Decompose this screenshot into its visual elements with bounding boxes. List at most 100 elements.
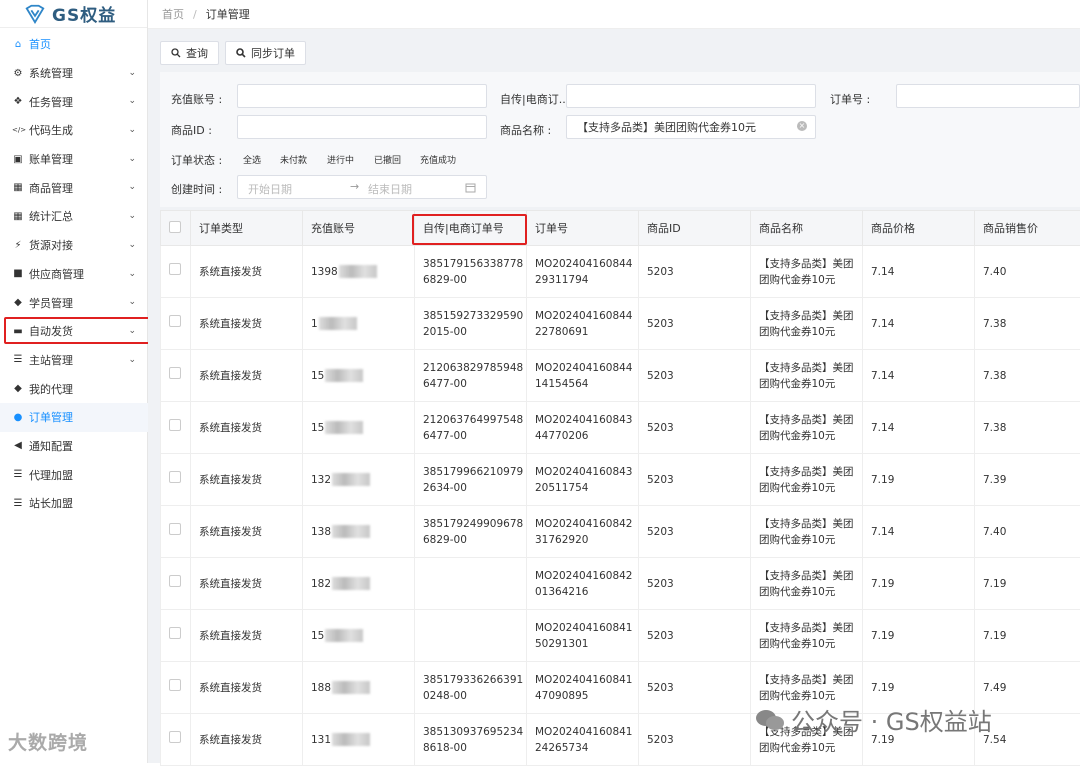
sale-price-cell: 7.19 bbox=[975, 610, 1080, 662]
status-option-all[interactable]: 全选 bbox=[243, 153, 261, 166]
logo-icon bbox=[24, 3, 46, 25]
row-checkbox[interactable] bbox=[169, 419, 181, 431]
sidebar-item-11[interactable]: ☰主站管理⌄ bbox=[0, 346, 148, 375]
row-checkbox[interactable] bbox=[169, 367, 181, 379]
sidebar-item-4[interactable]: ▣账单管理⌄ bbox=[0, 145, 148, 174]
product-id-cell: 5203 bbox=[639, 558, 751, 610]
row-checkbox[interactable] bbox=[169, 731, 181, 743]
row-select-cell[interactable] bbox=[161, 714, 191, 766]
sidebar-item-5[interactable]: ▦商品管理⌄ bbox=[0, 173, 148, 202]
sidebar-item-label: 首页 bbox=[29, 36, 51, 52]
sidebar-item-8[interactable]: ■供应商管理⌄ bbox=[0, 260, 148, 289]
product-price-cell-text: 7.19 bbox=[871, 474, 894, 486]
filter-panel: 充值账号 : 自传|电商订... 订单号 : 商品ID : 商品名称 : 【支持… bbox=[160, 72, 1080, 207]
sidebar-item-9[interactable]: ◆学员管理⌄ bbox=[0, 288, 148, 317]
ext-order-no-cell: 3851309376952348618-00 bbox=[415, 714, 527, 766]
row-select-cell[interactable] bbox=[161, 558, 191, 610]
highlight-box-auto-ship bbox=[4, 317, 163, 344]
table-row[interactable]: 系统直接发货182MO202404160842013642165203【支持多品… bbox=[161, 558, 1080, 610]
row-select-cell[interactable] bbox=[161, 350, 191, 402]
table-row[interactable]: 系统直接发货152120638297859486477-00MO20240416… bbox=[161, 350, 1080, 402]
order-no-cell: MO20240416084147090895 bbox=[527, 662, 639, 714]
status-option-success[interactable]: 充值成功 bbox=[420, 153, 456, 166]
sync-orders-button[interactable]: 同步订单 bbox=[225, 41, 306, 65]
masked-account-blur bbox=[339, 265, 377, 278]
row-checkbox[interactable] bbox=[169, 315, 181, 327]
product-id-input[interactable] bbox=[237, 115, 487, 139]
product-name-cell-text: 【支持多品类】美团团购代金券10元 bbox=[759, 362, 854, 390]
chevron-down-icon: ⌄ bbox=[128, 182, 136, 192]
row-checkbox[interactable] bbox=[169, 575, 181, 587]
row-select-cell[interactable] bbox=[161, 610, 191, 662]
row-select-cell[interactable] bbox=[161, 506, 191, 558]
row-checkbox[interactable] bbox=[169, 679, 181, 691]
table-row[interactable]: 系统直接发货13983851791563387786829-00MO202404… bbox=[161, 246, 1080, 298]
row-checkbox[interactable] bbox=[169, 627, 181, 639]
sidebar-item-label: 主站管理 bbox=[29, 352, 73, 368]
self-order-input[interactable] bbox=[566, 84, 816, 108]
recharge-account-cell: 138 bbox=[303, 506, 415, 558]
col-header-order-type[interactable]: 订单类型 bbox=[191, 211, 303, 246]
order-type-cell: 系统直接发货 bbox=[191, 610, 303, 662]
row-select-cell[interactable] bbox=[161, 662, 191, 714]
product-name-cell-text: 【支持多品类】美团团购代金券10元 bbox=[759, 570, 854, 598]
col-header-recharge-account[interactable]: 充值账号 bbox=[303, 211, 415, 246]
sidebar-item-13[interactable]: ●订单管理 bbox=[0, 403, 148, 432]
col-header-sale-price[interactable]: 商品销售价 bbox=[975, 211, 1080, 246]
sidebar-item-12[interactable]: ◆我的代理 bbox=[0, 374, 148, 403]
status-option-withdrawn[interactable]: 已撤回 bbox=[374, 153, 401, 166]
sidebar-item-1[interactable]: ⚙系统管理⌄ bbox=[0, 59, 148, 88]
recharge-account-cell: 131 bbox=[303, 714, 415, 766]
row-checkbox[interactable] bbox=[169, 471, 181, 483]
ext-order-no-cell: 2120638297859486477-00 bbox=[415, 350, 527, 402]
table-row[interactable]: 系统直接发货13851592733295902015-00MO202404160… bbox=[161, 298, 1080, 350]
col-header-product-id[interactable]: 商品ID bbox=[639, 211, 751, 246]
start-date-placeholder[interactable]: 开始日期 bbox=[248, 181, 292, 197]
row-checkbox[interactable] bbox=[169, 263, 181, 275]
product-name-select[interactable]: 【支持多品类】美团团购代金券10元 × bbox=[566, 115, 816, 139]
select-all-checkbox[interactable] bbox=[169, 221, 181, 233]
status-option-in-progress[interactable]: 进行中 bbox=[327, 153, 354, 166]
table-row[interactable]: 系统直接发货1323851799662109792634-00MO2024041… bbox=[161, 454, 1080, 506]
watermark-right: 公众号 · GS权益站 bbox=[755, 702, 992, 737]
table-row[interactable]: 系统直接发货152120637649975486477-00MO20240416… bbox=[161, 402, 1080, 454]
breadcrumb-home[interactable]: 首页 bbox=[162, 6, 184, 22]
order-no-cell: MO20240416084422780691 bbox=[527, 298, 639, 350]
row-select-cell[interactable] bbox=[161, 402, 191, 454]
status-option-unpaid[interactable]: 未付款 bbox=[280, 153, 307, 166]
sidebar-item-0[interactable]: ⌂首页 bbox=[0, 30, 148, 59]
product-name-cell-text: 【支持多品类】美团团购代金券10元 bbox=[759, 310, 854, 338]
sidebar-item-6[interactable]: ▦统计汇总⌄ bbox=[0, 202, 148, 231]
wechat-icon bbox=[755, 708, 785, 732]
row-select-cell[interactable] bbox=[161, 298, 191, 350]
product-id-cell: 5203 bbox=[639, 350, 751, 402]
row-select-cell[interactable] bbox=[161, 246, 191, 298]
order-no-cell-text: MO20240416084414154564 bbox=[535, 362, 633, 390]
chevron-down-icon: ⌄ bbox=[128, 125, 136, 135]
sidebar-item-15[interactable]: ☰代理加盟 bbox=[0, 460, 148, 489]
row-checkbox[interactable] bbox=[169, 523, 181, 535]
table-row[interactable]: 系统直接发货15MO202404160841502913015203【支持多品类… bbox=[161, 610, 1080, 662]
select-all-cell[interactable] bbox=[161, 211, 191, 246]
clear-icon[interactable]: × bbox=[797, 121, 807, 131]
order-no-input[interactable] bbox=[896, 84, 1080, 108]
sidebar-item-2[interactable]: ❖任务管理⌄ bbox=[0, 87, 148, 116]
ext-order-no-cell: 3851793362663910248-00 bbox=[415, 662, 527, 714]
sidebar-item-7[interactable]: ⚡货源对接⌄ bbox=[0, 231, 148, 260]
product-price-cell: 7.14 bbox=[863, 350, 975, 402]
date-range-picker[interactable]: 开始日期 → 结束日期 bbox=[237, 175, 487, 199]
order-type-cell: 系统直接发货 bbox=[191, 402, 303, 454]
table-row[interactable]: 系统直接发货1383851792499096786829-00MO2024041… bbox=[161, 506, 1080, 558]
row-select-cell[interactable] bbox=[161, 454, 191, 506]
end-date-placeholder[interactable]: 结束日期 bbox=[368, 181, 412, 197]
sidebar-item-14[interactable]: ◀通知配置 bbox=[0, 432, 148, 461]
sidebar-item-3[interactable]: </>代码生成⌄ bbox=[0, 116, 148, 145]
col-header-product-price[interactable]: 商品价格 bbox=[863, 211, 975, 246]
query-button[interactable]: 查询 bbox=[160, 41, 219, 65]
col-header-product-name[interactable]: 商品名称 bbox=[751, 211, 863, 246]
app-logo[interactable]: GS权益 bbox=[0, 0, 147, 28]
recharge-account-input[interactable] bbox=[237, 84, 487, 108]
col-header-order-no[interactable]: 订单号 bbox=[527, 211, 639, 246]
table-header-row: 订单类型 充值账号 自传|电商订单号 订单号 商品ID 商品名称 商品价格 商品… bbox=[161, 211, 1080, 246]
sidebar-item-16[interactable]: ☰站长加盟 bbox=[0, 489, 148, 518]
